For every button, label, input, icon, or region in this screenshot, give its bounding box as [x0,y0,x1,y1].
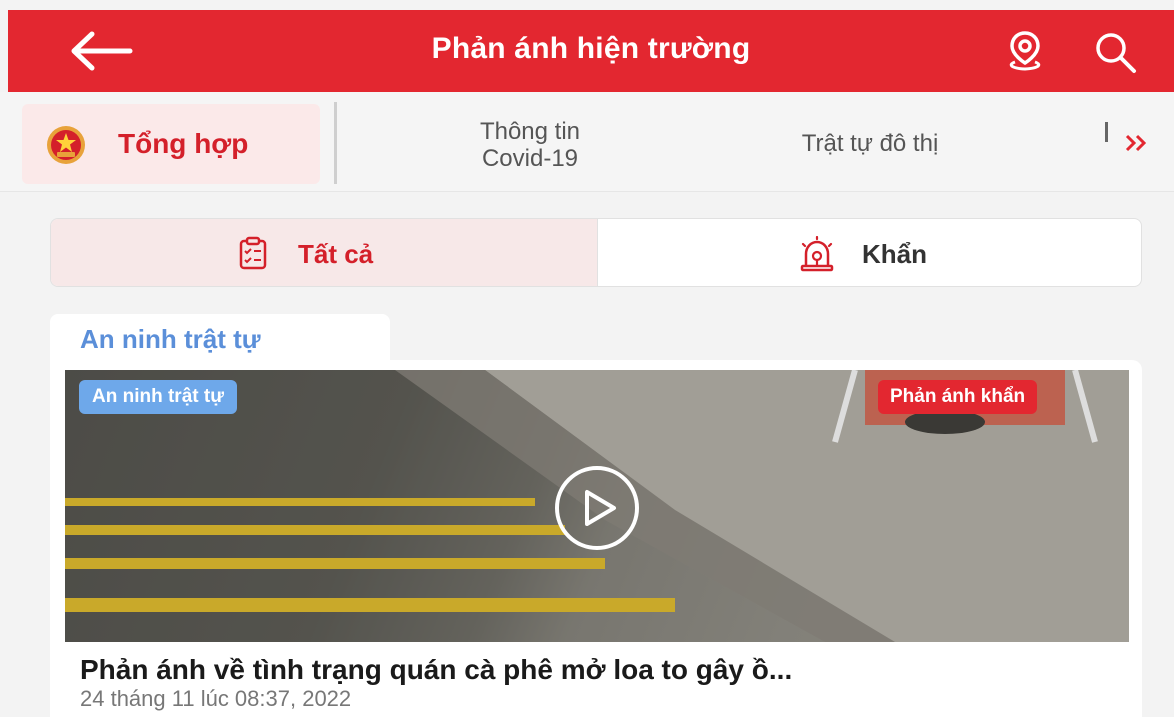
tab-covid-label-line1: Thông tin [479,118,581,145]
urgent-badge: Phản ánh khẩn [878,380,1038,414]
tab-covid-label-line2: Covid-19 [481,145,579,172]
more-tabs-button[interactable] [1124,132,1148,161]
section-tab-label: An ninh trật tự [80,324,261,354]
play-icon [555,466,639,550]
post-title: Phản ánh về tình trạng quán cà phê mở lo… [80,654,793,685]
page-title: Phản ánh hiện trường [431,32,751,65]
siren-icon [800,236,834,272]
tab-next-partial[interactable] [1104,122,1110,144]
filter-urgent-label: Khẩn [862,239,927,269]
location-button[interactable] [1003,29,1047,73]
post-video-thumbnail[interactable]: An ninh trật tự Phản ánh khẩn [65,370,1129,642]
filter-segmented-control: Tất cả Khẩn [50,218,1142,287]
location-pin-icon [1009,31,1041,71]
section-tab-an-ninh[interactable]: An ninh trật tự [50,314,390,366]
tab-divider [334,102,337,184]
filter-all-button[interactable]: Tất cả [51,219,597,286]
tab-covid-19[interactable]: Thông tin Covid-19 [430,118,630,172]
clipboard-list-icon [239,236,267,270]
tab-trat-tu-do-thi[interactable]: Trật tự đô thị [740,130,1000,157]
post-date: 24 tháng 11 lúc 08:37, 2022 [80,686,352,711]
post-card[interactable]: An ninh trật tự Phản ánh khẩn Phản ánh v… [50,360,1142,717]
emblem-icon [47,126,85,164]
filter-all-label: Tất cả [298,239,374,269]
category-tabs: Tổng hợp Thông tin Covid-19 Trật tự đô t… [0,92,1174,192]
category-badge: An ninh trật tự [79,380,237,414]
filter-urgent-button[interactable]: Khẩn [597,219,1141,286]
top-app-bar: Phản ánh hiện trường [8,10,1174,92]
tab-tong-hop[interactable]: Tổng hợp [22,104,320,184]
play-button[interactable] [522,465,672,551]
double-chevron-right-icon [1125,134,1147,152]
search-button[interactable] [1092,30,1138,74]
tab-tong-hop-label: Tổng hợp [118,128,249,159]
tab-trat-tu-label: Trật tự đô thị [801,130,939,157]
search-icon [1096,33,1136,73]
